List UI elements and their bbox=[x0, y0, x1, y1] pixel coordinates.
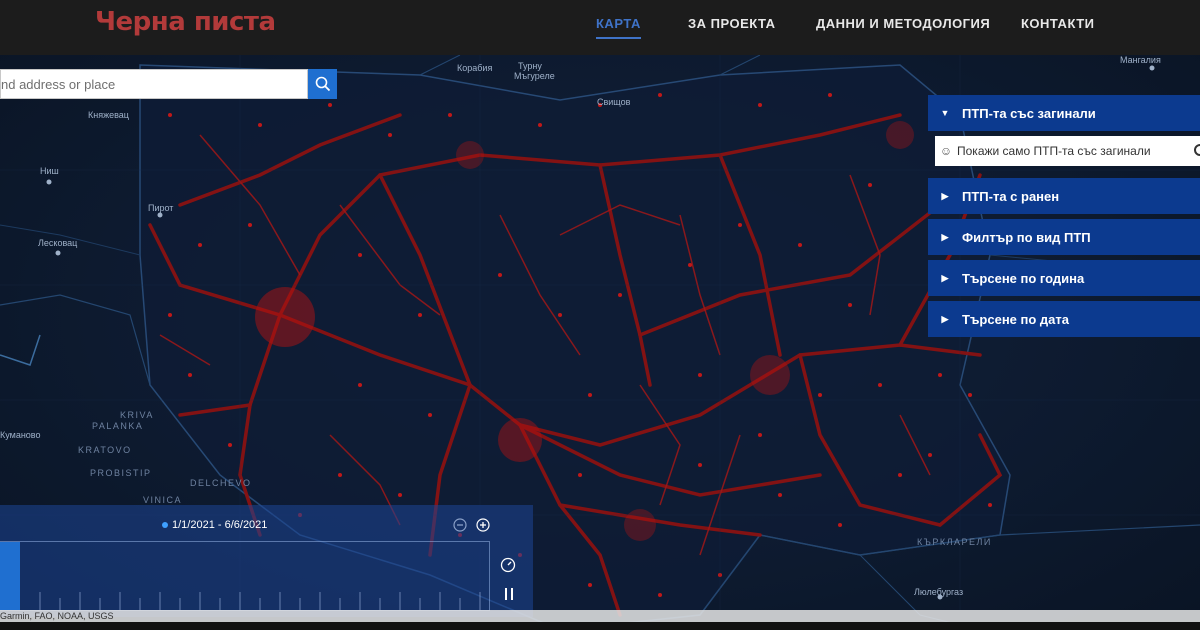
map-label-lyuleburgaz: Люлебургаз bbox=[914, 587, 964, 597]
section-date-search-label: Търсене по дата bbox=[962, 311, 1069, 327]
radio-icon[interactable] bbox=[1194, 144, 1200, 156]
map-label-probistip: PROBISTIP bbox=[90, 468, 152, 478]
timeline-ticks bbox=[39, 592, 481, 610]
map-label-kumanovo: Куманово bbox=[0, 430, 41, 440]
caret-down-icon: ▼ bbox=[940, 108, 950, 118]
section-year-search-label: Търсене по година bbox=[962, 270, 1085, 286]
section-date-search[interactable]: ▶ Търсене по дата bbox=[928, 301, 1200, 337]
section-injured[interactable]: ▶ ПТП-та с ранен bbox=[928, 178, 1200, 214]
nav-item-data-methodology[interactable]: ДАННИ И МЕТОДОЛОГИЯ bbox=[816, 16, 990, 31]
map-view[interactable]: Корабия Турну Мъгуреле Свищов Княжевац Н… bbox=[0, 55, 1200, 630]
map-label-vinica: VINICA bbox=[143, 495, 183, 505]
site-logo[interactable]: Черна писта bbox=[95, 7, 276, 37]
pause-icon[interactable] bbox=[503, 587, 515, 601]
nav-item-contacts[interactable]: КОНТАКТИ bbox=[1021, 16, 1095, 31]
section-deaths-label: ПТП-та със загинали bbox=[962, 105, 1096, 121]
gauge-icon[interactable] bbox=[500, 557, 516, 573]
map-label-pirot: Пирот bbox=[148, 203, 174, 213]
plus-circle-icon[interactable] bbox=[476, 518, 490, 532]
map-label-svishtov: Свищов bbox=[597, 97, 631, 107]
map-label-kirklareli: КЪРКЛАРЕЛИ bbox=[917, 537, 992, 547]
caret-right-icon: ▶ bbox=[941, 313, 949, 324]
attribution-text: Garmin, FAO, NOAA, USGS bbox=[0, 611, 114, 621]
bottom-bar bbox=[0, 622, 1200, 630]
section-year-search[interactable]: ▶ Търсене по година bbox=[928, 260, 1200, 296]
top-nav-bar: Черна писта КАРТА ЗА ПРОЕКТА ДАННИ И МЕТ… bbox=[0, 0, 1200, 55]
search-button[interactable] bbox=[308, 69, 337, 99]
caret-right-icon: ▶ bbox=[941, 190, 949, 201]
timeline-date-range: 1/1/2021 - 6/6/2021 bbox=[172, 519, 268, 531]
map-label-kratovo: KRATOVO bbox=[78, 445, 132, 455]
search-icon bbox=[315, 76, 330, 92]
toggle-deaths-only-label: Покажи само ПТП-та със загинали bbox=[957, 144, 1151, 158]
date-marker-icon bbox=[162, 522, 168, 528]
map-label-korabiya: Корабия bbox=[457, 63, 493, 73]
filter-panel: ▼ ПТП-та със загинали ☺ Покажи само ПТП-… bbox=[928, 95, 1200, 342]
minus-circle-icon[interactable] bbox=[453, 518, 467, 532]
section-deaths[interactable]: ▼ ПТП-та със загинали bbox=[928, 95, 1200, 131]
map-label-turnu: Турну bbox=[518, 61, 542, 71]
time-slider: 1/1/2021 - 6/6/2021 bbox=[0, 505, 533, 617]
search-box bbox=[0, 69, 308, 99]
caret-right-icon: ▶ bbox=[941, 231, 949, 242]
map-label-nish: Ниш bbox=[40, 166, 59, 176]
nav-item-map[interactable]: КАРТА bbox=[596, 16, 641, 39]
map-label-palanka: PALANKA bbox=[92, 421, 144, 431]
face-icon: ☺ bbox=[939, 144, 953, 158]
toggle-deaths-only[interactable]: ☺ Покажи само ПТП-та със загинали bbox=[935, 136, 1200, 166]
caret-right-icon: ▶ bbox=[941, 272, 949, 283]
timeline-thumb[interactable] bbox=[0, 542, 20, 610]
map-label-kriva: KRIVA bbox=[120, 410, 154, 420]
section-type-filter-label: Филтър по вид ПТП bbox=[962, 229, 1091, 245]
map-label-knyazhevats: Княжевац bbox=[88, 110, 129, 120]
timeline-track[interactable] bbox=[0, 541, 490, 611]
map-label-mangalia: Мангалия bbox=[1120, 55, 1161, 65]
map-attribution: Garmin, FAO, NOAA, USGS bbox=[0, 610, 1200, 622]
map-label-leskovats: Лесковац bbox=[38, 238, 78, 248]
map-label-magurele: Мъгуреле bbox=[514, 71, 555, 81]
search-input[interactable] bbox=[1, 70, 301, 98]
map-label-delchevo: DELCHEVO bbox=[190, 478, 252, 488]
section-type-filter[interactable]: ▶ Филтър по вид ПТП bbox=[928, 219, 1200, 255]
nav-item-about[interactable]: ЗА ПРОЕКТА bbox=[688, 16, 776, 31]
section-injured-label: ПТП-та с ранен bbox=[962, 188, 1060, 204]
